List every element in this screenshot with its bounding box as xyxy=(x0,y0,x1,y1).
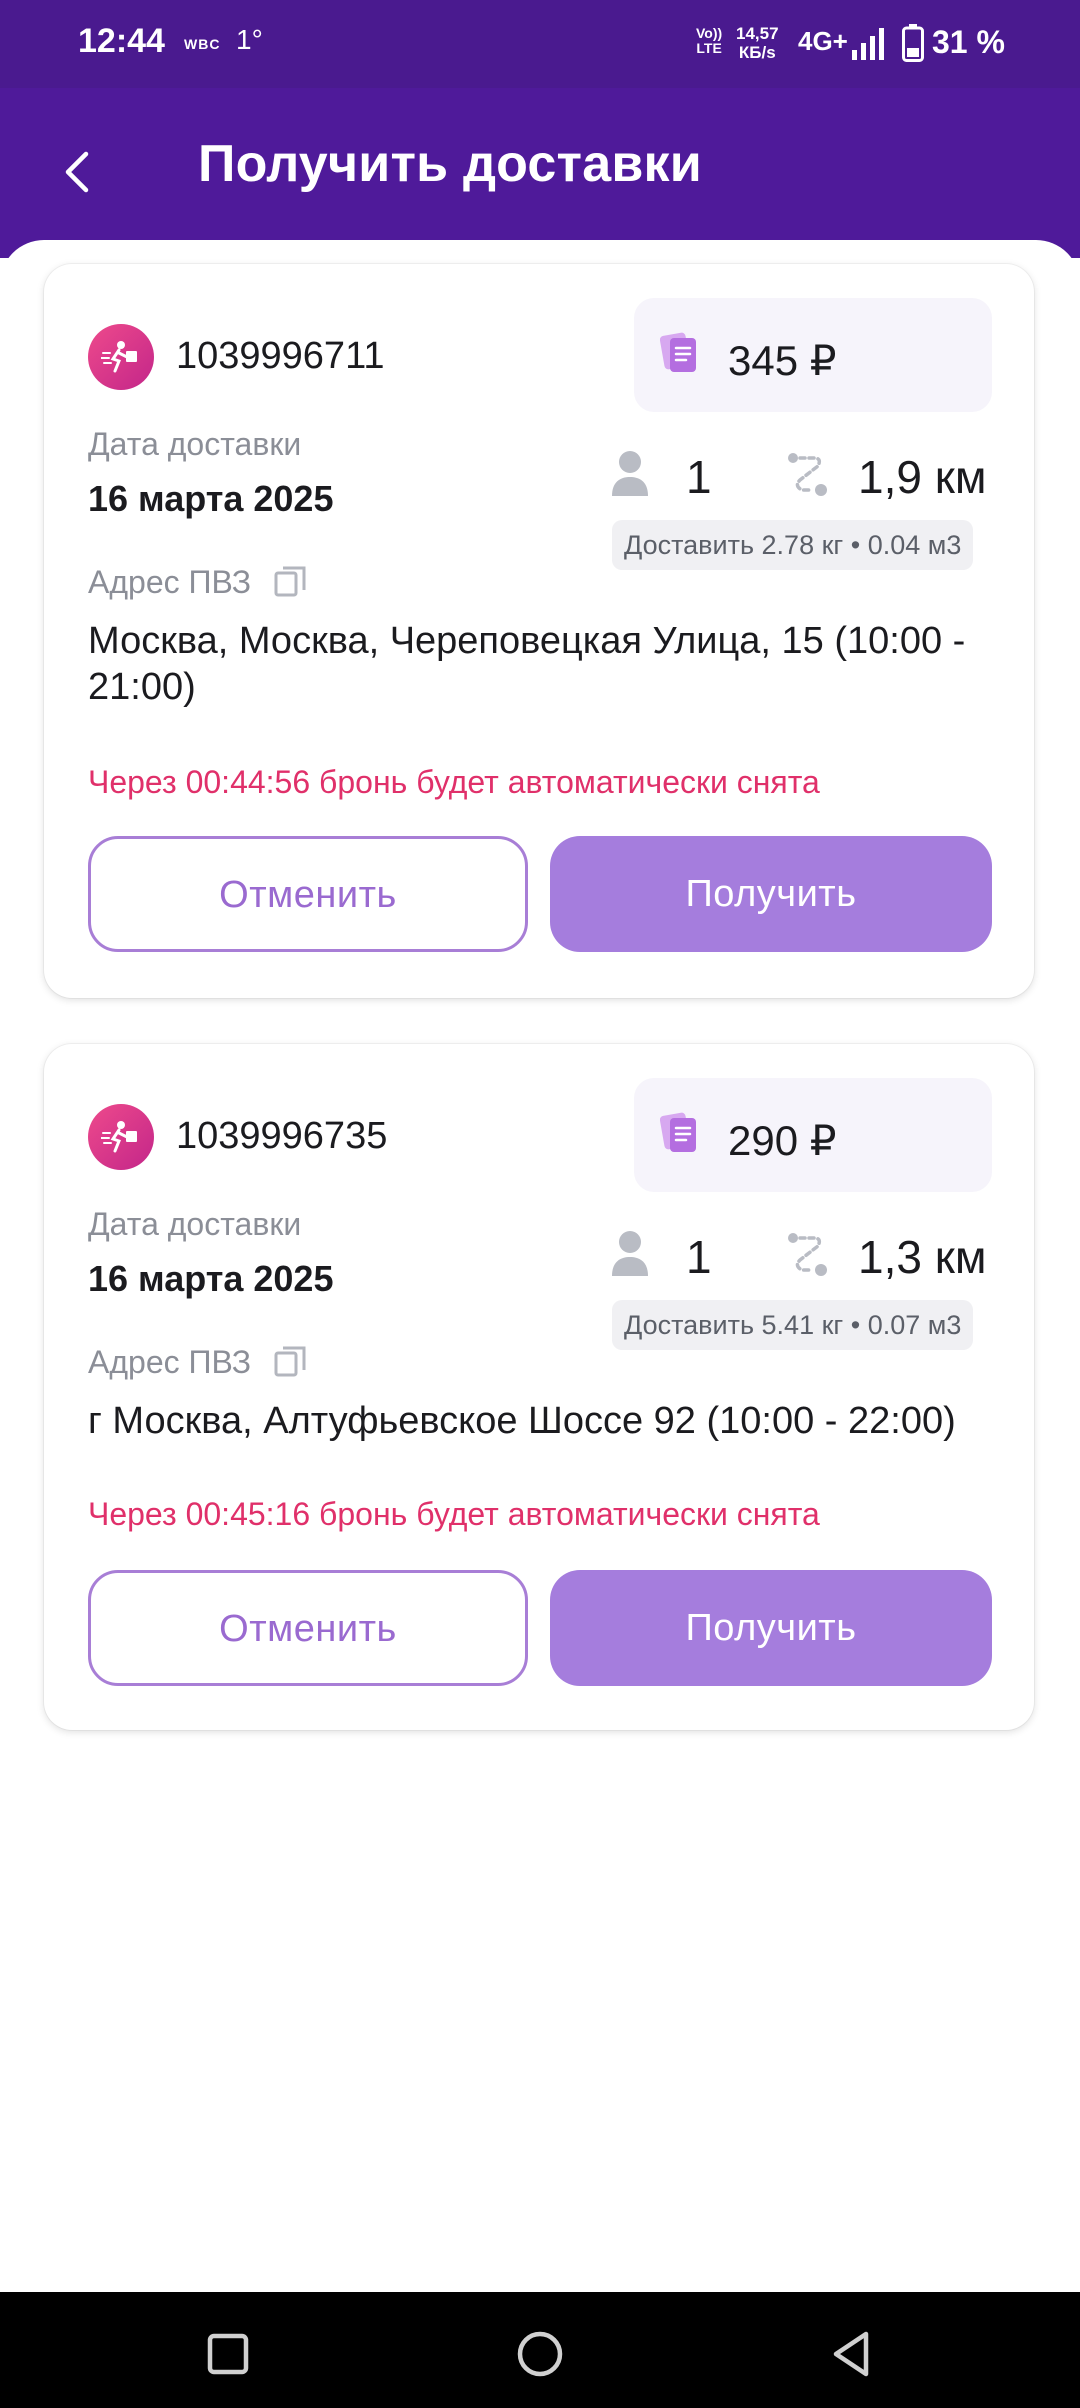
volte-indicator: Vo)) LTE xyxy=(696,26,722,56)
order-id: 1039996711 xyxy=(176,335,385,377)
delivery-date-label: Дата доставки xyxy=(88,1206,302,1242)
receive-button[interactable]: Получить xyxy=(550,1570,992,1686)
person-icon xyxy=(612,451,648,496)
copy-icon[interactable] xyxy=(274,1344,308,1378)
price-badge: 345 ₽ xyxy=(634,298,992,412)
courier-avatar-icon xyxy=(88,324,154,390)
temperature: 1° xyxy=(236,24,263,55)
delivery-date-value: 16 марта 2025 xyxy=(88,1258,334,1299)
system-nav-bar xyxy=(0,2292,1080,2408)
person-icon xyxy=(612,1231,648,1276)
volte-top: Vo)) xyxy=(696,25,723,41)
cancel-button[interactable]: Отменить xyxy=(88,836,528,952)
price-badge: 290 ₽ xyxy=(634,1078,992,1192)
network-type: 4G+ xyxy=(798,26,848,56)
square-recents-icon[interactable] xyxy=(200,2326,256,2382)
signal-icon xyxy=(852,28,884,60)
order-price: 345 ₽ xyxy=(728,337,837,384)
distance: 1,9 км xyxy=(858,451,987,503)
status-bar: 12:44 WBC 1° Vo)) LTE 14,57 КБ/s 4G+ 31 … xyxy=(0,0,1080,88)
circle-home-icon[interactable] xyxy=(512,2326,568,2382)
route-icon xyxy=(788,453,827,496)
battery-level: 31 % xyxy=(932,24,1005,60)
courier-count: 1 xyxy=(686,1231,712,1283)
battery-icon xyxy=(902,24,924,62)
order-id: 1039996735 xyxy=(176,1115,388,1157)
cancel-button[interactable]: Отменить xyxy=(88,1570,528,1686)
wallet-icon xyxy=(660,332,696,372)
pickup-address: Москва, Москва, Череповецкая Улица, 15 (… xyxy=(88,620,966,708)
distance: 1,3 км xyxy=(858,1231,987,1283)
reservation-timer: Через 00:45:16 бронь будет автоматически… xyxy=(88,1496,820,1532)
triangle-back-icon[interactable] xyxy=(824,2326,880,2382)
pickup-address: г Москва, Алтуфьевское Шоссе 92 (10:00 -… xyxy=(88,1400,956,1442)
speed-unit: КБ/s xyxy=(738,43,776,62)
back-button[interactable] xyxy=(58,140,98,204)
volte-bottom: LTE xyxy=(696,40,722,56)
speed-value: 14,57 xyxy=(736,24,779,43)
network-speed: 14,57 КБ/s xyxy=(736,24,779,62)
page-title: Получить доставки xyxy=(198,135,702,193)
pickup-address-label: Адрес ПВЗ xyxy=(88,564,252,600)
courier-count: 1 xyxy=(686,451,712,503)
order-card: 1039996735 290 ₽ Дата доставки 16 марта … xyxy=(44,1044,1034,1730)
pickup-address-label: Адрес ПВЗ xyxy=(88,1344,252,1380)
copy-icon[interactable] xyxy=(274,564,308,598)
order-card: 1039996711 345 ₽ Дата доставки 16 марта … xyxy=(44,264,1034,998)
cargo-tag: Доставить 2.78 кг • 0.04 м3 xyxy=(612,520,974,570)
courier-avatar-icon xyxy=(88,1104,154,1170)
app-header: Получить доставки xyxy=(0,88,1080,258)
carrier-badge: WBC xyxy=(184,36,221,52)
delivery-date-label: Дата доставки xyxy=(88,426,302,462)
receive-button[interactable]: Получить xyxy=(550,836,992,952)
wallet-icon xyxy=(660,1112,696,1152)
order-price: 290 ₽ xyxy=(728,1117,837,1164)
cargo-tag: Доставить 5.41 кг • 0.07 м3 xyxy=(612,1300,974,1350)
delivery-date-value: 16 марта 2025 xyxy=(88,478,334,519)
status-time: 12:44 xyxy=(78,22,165,60)
reservation-timer: Через 00:44:56 бронь будет автоматически… xyxy=(88,764,820,800)
route-icon xyxy=(788,1233,827,1276)
